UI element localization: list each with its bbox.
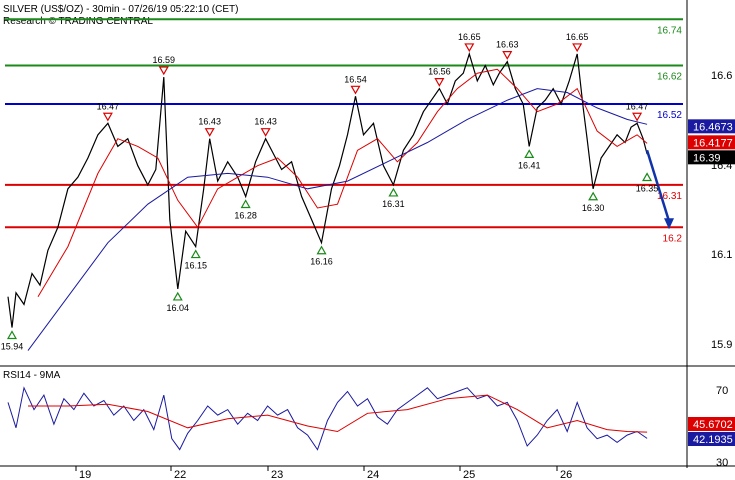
level-label: 16.2 [663,233,683,244]
swing-high-label: 16.43 [198,117,221,127]
swing-low-label: 16.04 [166,303,189,313]
swing-high-label: 16.63 [496,40,519,50]
swing-high-label: 16.59 [153,55,176,65]
price-y-tick: 15.9 [711,339,732,351]
chart-title: SILVER (US$/OZ) - 30min - 07/26/19 05:22… [3,4,238,15]
swing-high-label: 16.47 [626,101,649,111]
fast-ma-price-tag: 16.4177 [693,137,733,149]
swing-high-label: 16.65 [566,32,589,42]
swing-high-label: 16.54 [344,74,367,84]
swing-high-label: 16.47 [97,101,120,111]
price-y-tick: 16.6 [711,70,732,82]
swing-low-label: 16.41 [518,160,541,170]
swing-high-label: 16.65 [458,32,481,42]
rsi-value-tag: 42.1935 [693,434,733,446]
level-label: 16.52 [657,110,682,121]
x-tick-label: 24 [367,469,379,480]
x-tick-label: 25 [463,469,475,480]
slow-ma-price-tag: 16.4673 [693,121,733,133]
swing-low-label: 16.15 [184,261,207,271]
swing-high-label: 16.43 [254,117,277,127]
x-tick-label: 26 [560,469,572,480]
swing-high-label: 16.56 [428,67,451,77]
chart-canvas: SILVER (US$/OZ) - 30min - 07/26/19 05:22… [0,0,735,480]
swing-low-label: 16.16 [310,257,333,267]
swing-low-label: 16.30 [582,203,605,213]
rsi-y-tick: 70 [716,385,728,397]
swing-low-label: 15.94 [1,341,24,351]
price-y-tick: 16.1 [711,249,732,261]
last-price-tag: 16.39 [693,152,721,164]
swing-low-label: 16.35 [636,184,659,194]
swing-low-label: 16.31 [382,199,405,209]
rsi-y-tick: 30 [716,457,728,469]
level-label: 16.62 [657,71,682,82]
rsi-ma-value-tag: 45.6702 [693,419,733,431]
x-tick-label: 19 [79,469,91,480]
x-tick-label: 22 [174,469,186,480]
chart-subtitle: Research © TRADING CENTRAL [3,16,153,27]
rsi-panel-title: RSI14 - 9MA [3,370,61,381]
swing-low-label: 16.28 [234,210,257,220]
x-tick-label: 23 [271,469,283,480]
level-label: 16.74 [657,25,682,36]
